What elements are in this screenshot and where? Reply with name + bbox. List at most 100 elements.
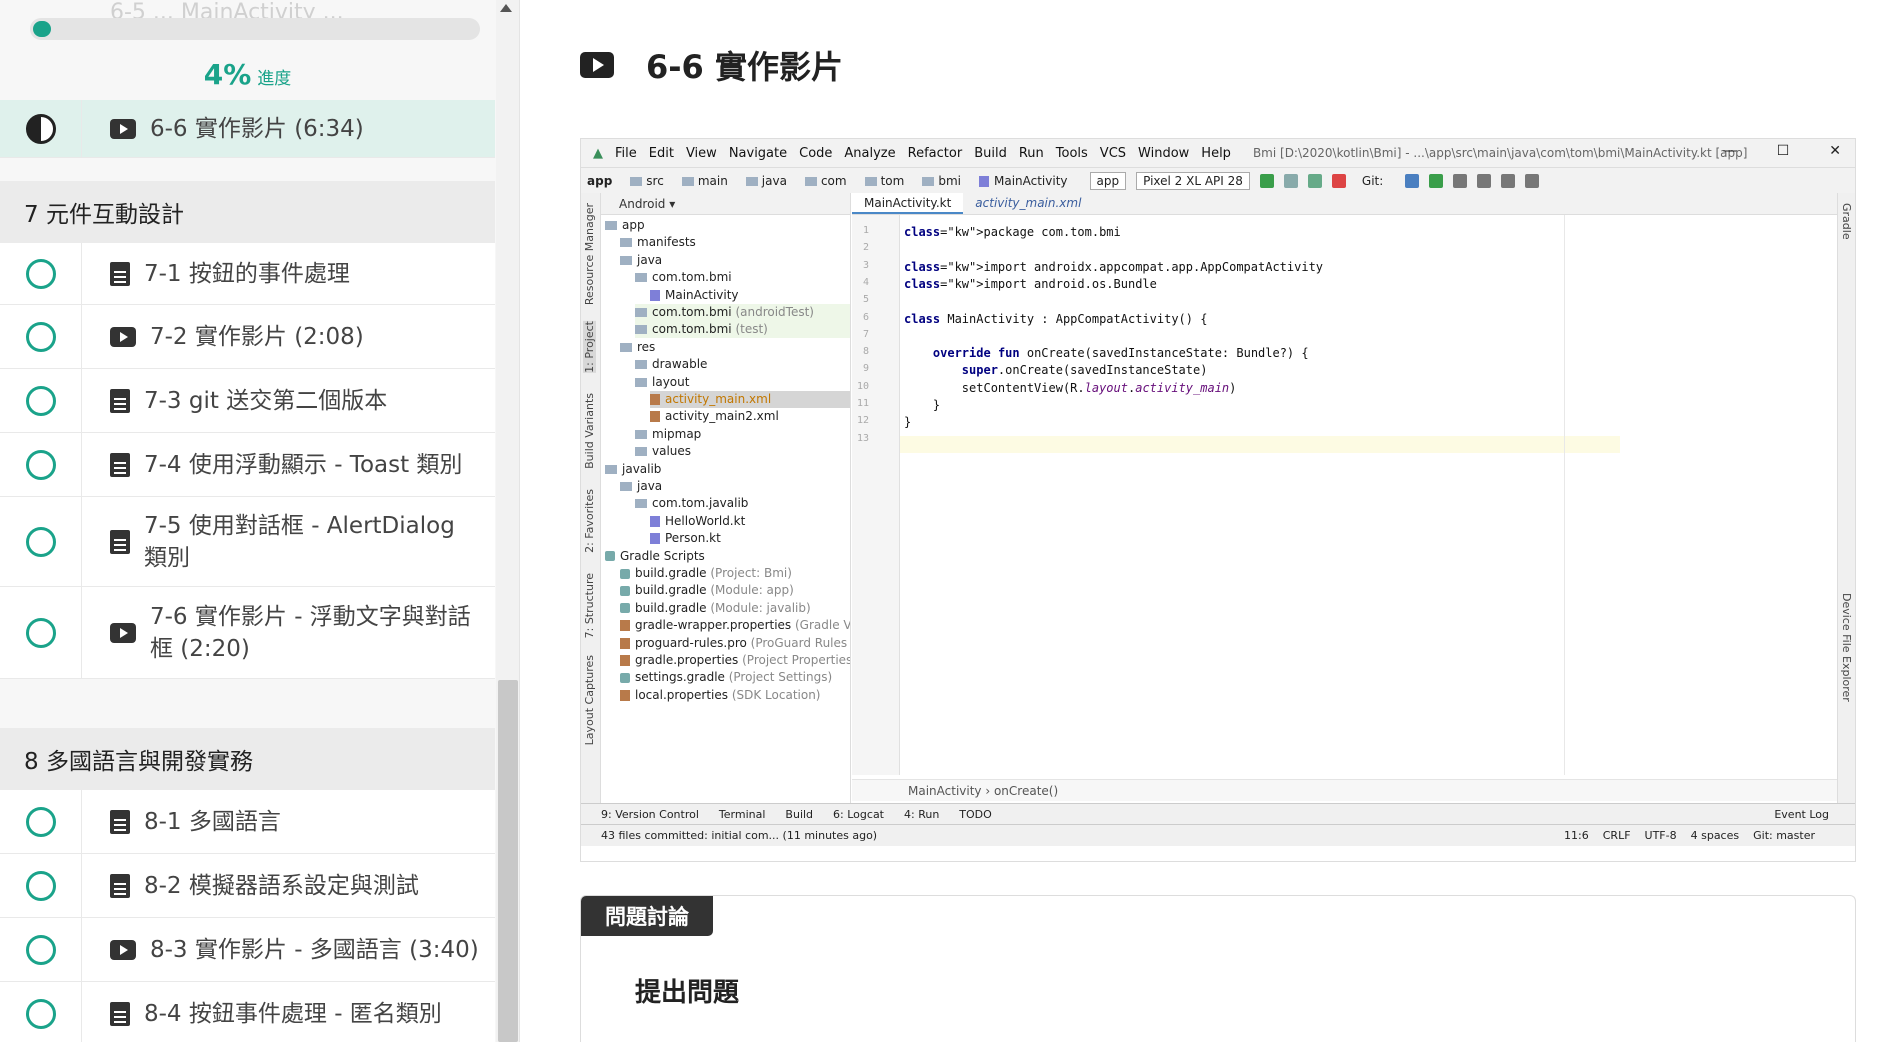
tree-item-label: build.gradle <box>635 566 707 580</box>
lecture-item[interactable]: 8-4 按鈕事件處理 - 匿名類別 <box>0 982 495 1042</box>
document-icon <box>110 529 130 554</box>
incomplete-circle-icon[interactable] <box>25 806 56 837</box>
tree-item: layout <box>635 374 850 391</box>
git-commit-icon <box>1429 173 1444 188</box>
lecture-item[interactable]: 7-5 使用對話框 - AlertDialog 類別 <box>0 497 495 587</box>
tree-item-hint: (Module: app) <box>706 583 794 598</box>
menu-refactor: Refactor <box>907 145 963 161</box>
folder-icon <box>620 255 632 265</box>
line-number: 12 <box>856 415 869 427</box>
right-tool-stripe: Gradle Device File Explorer <box>1837 193 1855 803</box>
qa-tab[interactable]: 問題討論 <box>581 896 713 936</box>
incomplete-circle-icon[interactable] <box>25 526 56 557</box>
incomplete-circle-icon[interactable] <box>25 449 56 480</box>
tree-item: build.gradle (Module: javalib) <box>620 600 850 617</box>
lecture-title-cell: 8-1 多國語言 <box>82 790 495 853</box>
right-margin-guide <box>1564 215 1565 775</box>
nav-crumb: MainActivity <box>978 174 1068 188</box>
kotlin-file-icon <box>978 175 989 187</box>
nav-crumb: main <box>681 174 728 188</box>
gradle-icon <box>620 585 630 596</box>
incomplete-circle-icon[interactable] <box>25 617 56 648</box>
menu-build: Build <box>974 145 1007 161</box>
line-number: 10 <box>856 380 869 392</box>
lecture-label: 6-6 實作影片 (6:34) <box>150 115 364 142</box>
lecture-item[interactable]: 8-1 多國語言 <box>0 790 495 854</box>
project-tree-panel: Android ▾ app manifests java com.tom.bmi Mai… <box>601 193 851 803</box>
lecture-item[interactable]: 7-4 使用浮動顯示 - Toast 類別 <box>0 433 495 497</box>
tree-item-hint: (Module: javalib) <box>706 600 811 615</box>
project-view-selector: Android ▾ <box>601 193 850 215</box>
document-icon <box>110 873 130 898</box>
tree-item-label: com.tom.javalib <box>652 496 749 511</box>
tree-item: local.properties (SDK Location) <box>620 687 850 704</box>
menu-tools: Tools <box>1055 145 1088 161</box>
status-cell <box>0 587 82 678</box>
lecture-item[interactable]: 7-3 git 送交第二個版本 <box>0 369 495 433</box>
lecture-item[interactable]: 7-2 實作影片 (2:08) <box>0 305 495 369</box>
code-line: } <box>904 415 912 430</box>
editor-tab-activity-main-xml: activity_main.xml <box>975 196 1082 210</box>
kt-icon <box>650 533 660 545</box>
run-icon <box>1259 173 1274 188</box>
gradle-icon <box>620 672 630 683</box>
git-update-icon <box>1405 173 1420 188</box>
lecture-title-cell: 8-2 模擬器語系設定與測試 <box>82 854 495 917</box>
tree-item-hint: (Project Settings) <box>724 670 833 685</box>
section-header[interactable]: 7 元件互動設計 <box>0 181 495 243</box>
nav-crumb: com <box>804 174 847 188</box>
tree-item-label: res <box>637 339 656 354</box>
video-player[interactable]: ▲ File Edit View Navigate Code Analyze R… <box>580 138 1856 862</box>
menu-file: File <box>615 145 637 161</box>
section-header[interactable]: 8 多國語言與開發實務 <box>0 728 495 790</box>
line-number: 2 <box>862 242 869 254</box>
tree-item: javalib <box>605 461 850 478</box>
tool-tab-structure: 7: Structure <box>583 573 596 639</box>
menu-vcs: VCS <box>1099 145 1127 161</box>
tree-item: mipmap <box>635 426 850 443</box>
tree-item-label: HelloWorld.kt <box>665 513 746 528</box>
tool-tab-gradle: Gradle <box>1840 203 1853 240</box>
lecture-item[interactable]: 8-2 模擬器語系設定與測試 <box>0 854 495 918</box>
editor-tab-mainactivity: MainActivity.kt <box>852 193 964 214</box>
incomplete-circle-icon[interactable] <box>25 934 56 965</box>
lecture-item[interactable]: 7-1 按鈕的事件處理 <box>0 243 495 305</box>
folder-icon <box>681 176 694 186</box>
ide-menubar: ▲ File Edit View Navigate Code Analyze R… <box>581 139 1855 167</box>
lecture-title-cell: 8-4 按鈕事件處理 - 匿名類別 <box>82 982 495 1042</box>
video-icon <box>110 939 136 960</box>
lecture-label: 8-1 多國語言 <box>144 808 281 835</box>
gradle-icon <box>605 551 615 562</box>
xml-icon <box>650 394 660 405</box>
status-cell <box>0 369 82 432</box>
revert-icon <box>1477 173 1492 188</box>
scroll-up-arrow-icon[interactable] <box>500 4 512 12</box>
tree-item-label: java <box>637 252 663 267</box>
folder-icon <box>620 238 632 248</box>
lecture-item[interactable]: 7-6 實作影片 - 浮動文字與對話框 (2:20) <box>0 587 495 679</box>
status-encoding: UTF-8 <box>1644 829 1677 842</box>
lecture-label: 7-1 按鈕的事件處理 <box>144 260 350 287</box>
code-line: super.onCreate(savedInstanceState) <box>961 363 1208 378</box>
tree-item: com.tom.bmi (test) <box>635 321 850 339</box>
folder-icon <box>635 447 647 457</box>
incomplete-circle-icon[interactable] <box>25 321 56 352</box>
nav-crumb: java <box>745 174 787 188</box>
status-cell <box>0 433 82 496</box>
incomplete-circle-icon[interactable] <box>25 870 56 901</box>
incomplete-circle-icon[interactable] <box>25 258 56 289</box>
incomplete-circle-icon[interactable] <box>25 385 56 416</box>
gradle-icon <box>620 603 630 614</box>
lecture-item-current[interactable]: 6-6 實作影片 (6:34) <box>0 100 495 158</box>
tree-item: settings.gradle (Project Settings) <box>620 669 850 686</box>
lecture-label: 8-3 實作影片 - 多國語言 (3:40) <box>150 936 479 963</box>
lecture-item[interactable]: 8-3 實作影片 - 多國語言 (3:40) <box>0 918 495 982</box>
sidebar-scrollbar-thumb[interactable] <box>498 680 518 1042</box>
status-cell <box>0 100 82 157</box>
git-label: Git: <box>1361 173 1384 188</box>
document-icon <box>110 261 130 286</box>
status-cell <box>0 790 82 853</box>
incomplete-circle-icon[interactable] <box>25 998 56 1029</box>
code-line: } <box>904 398 941 412</box>
tool-tab-project: 1: Project <box>583 321 596 373</box>
